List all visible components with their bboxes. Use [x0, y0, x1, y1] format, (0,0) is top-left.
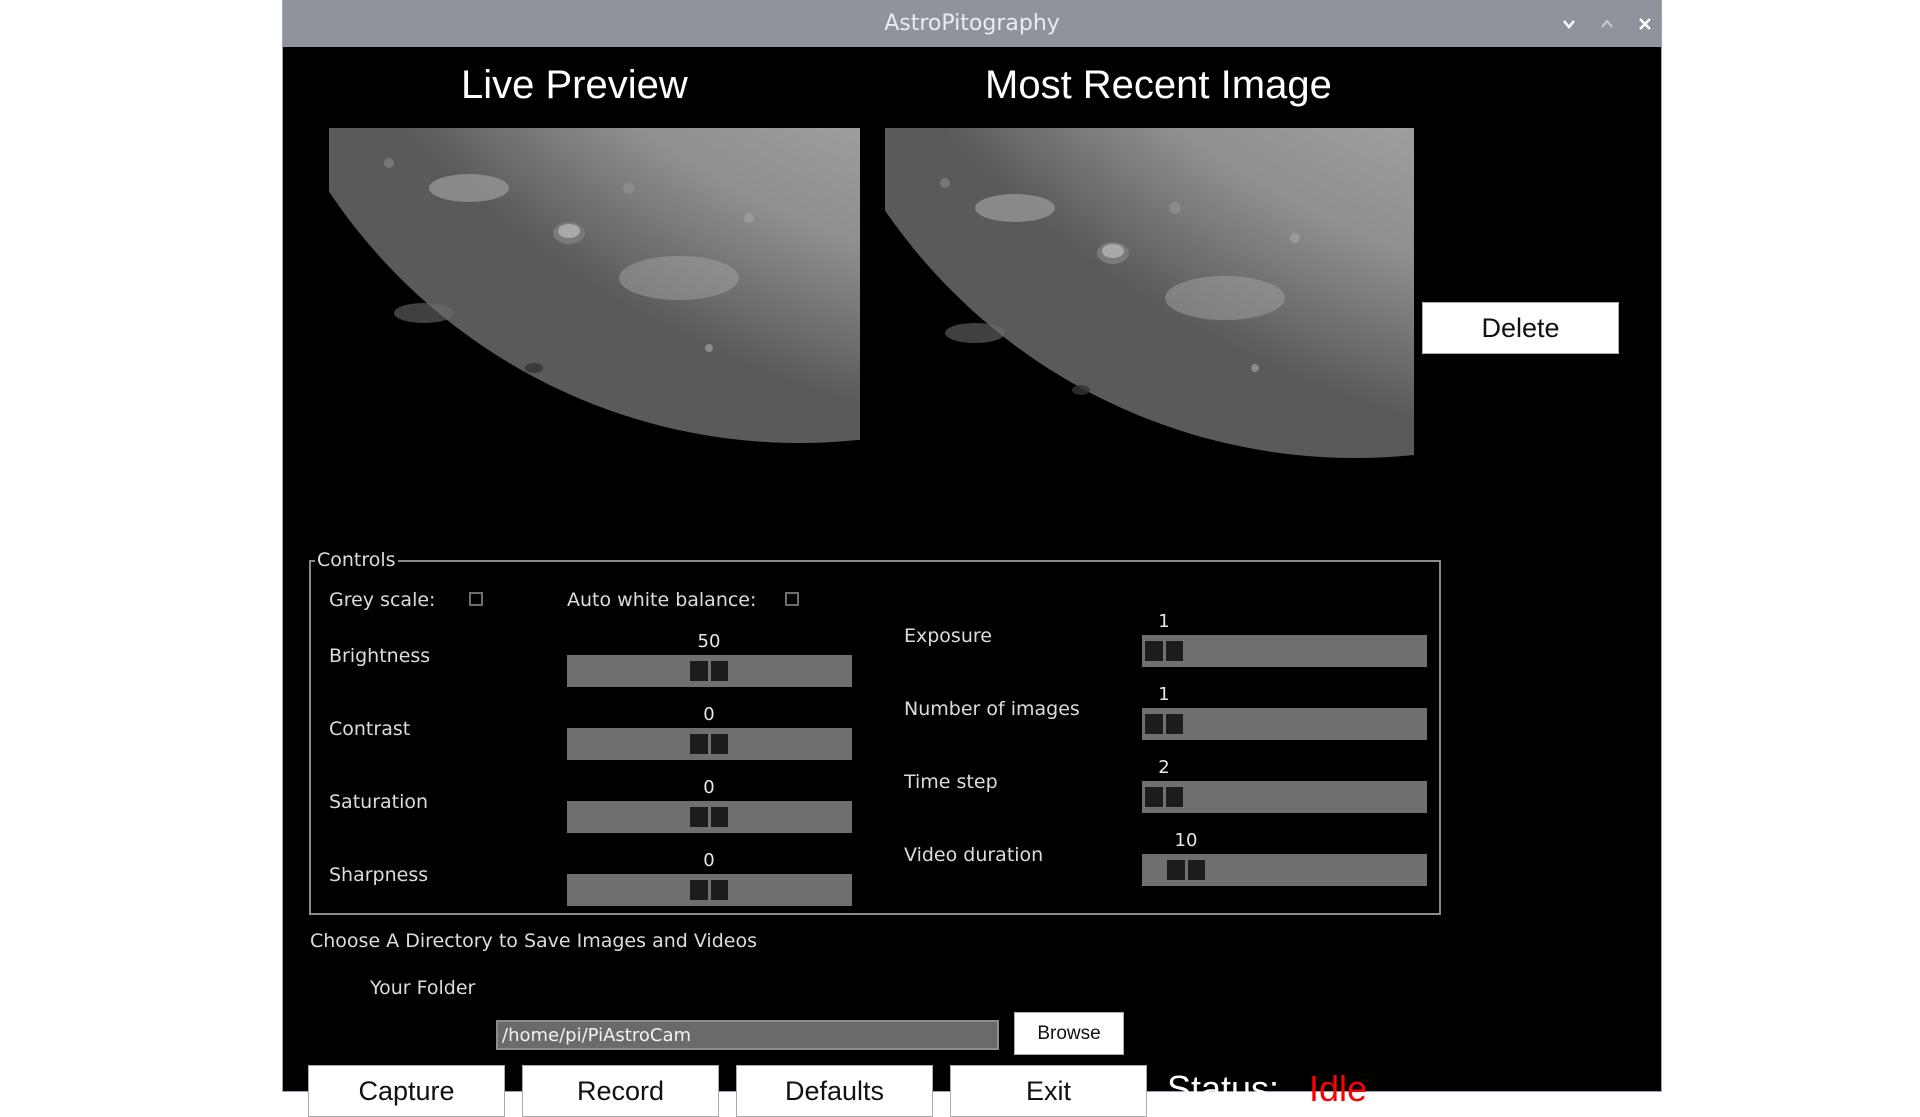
folder-path-field[interactable]: /home/pi/PiAstroCam: [496, 1020, 999, 1050]
status-value: Idle: [1309, 1068, 1368, 1109]
slider-thumb[interactable]: [687, 658, 731, 684]
maximize-button[interactable]: [1593, 10, 1621, 38]
title-bar[interactable]: AstroPitography: [283, 0, 1661, 47]
slider-value: 0: [703, 850, 715, 871]
slider-number-of-images[interactable]: [1142, 708, 1427, 740]
slider-label-video-duration: Video duration: [904, 844, 1044, 866]
slider-value: 0: [703, 704, 715, 725]
slider-thumb[interactable]: [687, 804, 731, 830]
grey-scale-label: Grey scale:: [329, 589, 436, 611]
folder-label: Your Folder: [370, 977, 476, 999]
main-content: Live Preview Most Recent Image Delete Co…: [283, 47, 1661, 1117]
slider-thumb[interactable]: [1142, 638, 1186, 664]
slider-label-saturation: Saturation: [329, 791, 429, 813]
close-icon: [1639, 18, 1651, 30]
slider-time-step[interactable]: [1142, 781, 1427, 813]
minimize-button[interactable]: [1555, 10, 1583, 38]
slider-value: 1: [1158, 611, 1170, 632]
chevron-up-icon: [1601, 19, 1613, 28]
slider-label-number-of-images: Number of images: [904, 698, 1080, 720]
recent-image-heading: Most Recent Image: [985, 63, 1332, 107]
status-label: Status:: [1167, 1068, 1280, 1109]
slider-thumb[interactable]: [1142, 711, 1186, 737]
slider-value: 2: [1158, 757, 1170, 778]
capture-button[interactable]: Capture: [308, 1065, 505, 1117]
slider-thumb[interactable]: [687, 731, 731, 757]
slider-label-exposure: Exposure: [904, 625, 992, 647]
recent-image: [885, 128, 1414, 480]
slider-thumb[interactable]: [1164, 857, 1208, 883]
record-button[interactable]: Record: [522, 1065, 719, 1117]
slider-label-time-step: Time step: [904, 771, 998, 793]
slider-value: 10: [1174, 830, 1198, 851]
auto-white-balance-checkbox[interactable]: [785, 592, 799, 606]
slider-thumb[interactable]: [1142, 784, 1186, 810]
controls-legend: Controls: [315, 549, 398, 571]
slider-video-duration[interactable]: [1142, 854, 1427, 886]
slider-label-sharpness: Sharpness: [329, 864, 429, 886]
live-preview-image: [329, 128, 860, 468]
browse-button[interactable]: Browse: [1014, 1012, 1124, 1055]
slider-label-contrast: Contrast: [329, 718, 411, 740]
close-button[interactable]: [1631, 10, 1659, 38]
app-window: AstroPitography Live Preview Most Recent…: [283, 0, 1661, 1117]
slider-thumb[interactable]: [687, 877, 731, 903]
slider-sharpness[interactable]: [567, 874, 852, 906]
slider-value: 50: [697, 631, 721, 652]
grey-scale-checkbox[interactable]: [469, 592, 483, 606]
live-preview-heading: Live Preview: [461, 63, 688, 107]
slider-saturation[interactable]: [567, 801, 852, 833]
directory-prompt: Choose A Directory to Save Images and Vi…: [310, 930, 757, 952]
slider-label-brightness: Brightness: [329, 645, 431, 667]
exit-button[interactable]: Exit: [950, 1065, 1147, 1117]
slider-brightness[interactable]: [567, 655, 852, 687]
window-title: AstroPitography: [884, 11, 1060, 36]
auto-white-balance-label: Auto white balance:: [567, 589, 757, 611]
slider-value: 0: [703, 777, 715, 798]
defaults-button[interactable]: Defaults: [736, 1065, 933, 1117]
slider-value: 1: [1158, 684, 1170, 705]
slider-contrast[interactable]: [567, 728, 852, 760]
delete-button[interactable]: Delete: [1422, 302, 1619, 354]
chevron-down-icon: [1563, 20, 1575, 29]
slider-exposure[interactable]: [1142, 635, 1427, 667]
